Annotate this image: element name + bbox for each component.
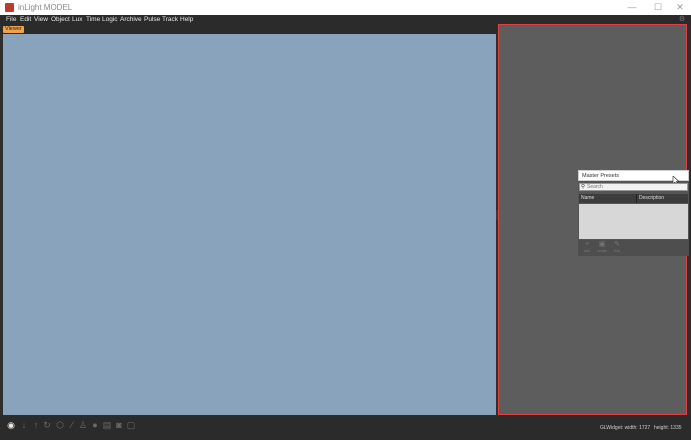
menu-view[interactable]: View: [34, 15, 48, 25]
menu-file[interactable]: File: [6, 15, 16, 25]
search-icon: ⚲: [581, 184, 586, 190]
window-titlebar: inLight MODEL — ☐ ✕: [0, 0, 691, 16]
column-divider[interactable]: [636, 194, 637, 203]
master-presets-panel: Master Presets ⚲ Name Description + Add …: [578, 170, 689, 256]
status-bar: ◉ ↓ ↑ ↻ ⬡ ⁄ ♙ ● ▤ ◙ ▢ GLWidget: width: 1…: [0, 415, 691, 440]
rotate-icon[interactable]: ↻: [42, 420, 52, 430]
add-preset-button[interactable]: + Add: [579, 241, 595, 255]
tab-viewer[interactable]: Viewer: [3, 26, 24, 33]
maximize-button[interactable]: ☐: [648, 1, 668, 14]
edit-label: Edit: [613, 249, 621, 253]
column-header-description[interactable]: Description: [639, 194, 664, 203]
camera-icon[interactable]: ◙: [114, 420, 124, 430]
viewer-viewport[interactable]: [3, 34, 496, 415]
column-header-name[interactable]: Name: [581, 194, 594, 203]
presets-toolbar: + Add ▣ Image ✎ Edit: [578, 240, 689, 256]
window-title: inLight MODEL: [18, 3, 73, 12]
close-button[interactable]: ✕: [670, 1, 690, 14]
presets-search-box: ⚲: [579, 183, 688, 191]
presets-table-header: Name Description: [579, 194, 688, 203]
add-label: Add: [583, 249, 591, 253]
menu-pulse[interactable]: Pulse: [144, 15, 160, 25]
image-preset-button[interactable]: ▣ Image: [594, 241, 610, 255]
edit-icon: ✎: [614, 241, 620, 248]
tab-strip: [0, 25, 497, 34]
minimize-button[interactable]: —: [622, 1, 642, 14]
image-icon: ▣: [598, 241, 606, 248]
master-presets-header[interactable]: Master Presets: [578, 170, 689, 186]
menu-edit[interactable]: Edit: [20, 15, 31, 25]
menu-lux[interactable]: Lux: [72, 15, 82, 25]
app-icon: [5, 3, 14, 12]
menu-archive[interactable]: Archive: [120, 15, 142, 25]
gear-icon[interactable]: ⚙: [678, 16, 686, 24]
settings-icon[interactable]: ▢: [126, 420, 136, 430]
pencil-icon[interactable]: ⁄: [67, 420, 77, 430]
image-label: Image: [597, 249, 607, 253]
glwidget-height-readout: height: 1335: [654, 425, 682, 431]
speech-bubble-icon[interactable]: ●: [90, 420, 100, 430]
arrow-down-icon[interactable]: ↓: [19, 420, 29, 430]
arrow-up-icon[interactable]: ↑: [31, 420, 41, 430]
menu-time[interactable]: Time: [86, 15, 100, 25]
image-stack-icon[interactable]: ▤: [102, 420, 112, 430]
cube-icon[interactable]: ⬡: [55, 420, 65, 430]
presets-search-input[interactable]: [587, 184, 687, 190]
menu-object[interactable]: Object: [51, 15, 70, 25]
glwidget-width-readout: GLWidget: width: 1727: [600, 425, 651, 431]
edit-preset-button[interactable]: ✎ Edit: [609, 241, 625, 255]
menu-logic[interactable]: Logic: [102, 15, 118, 25]
person-icon[interactable]: ♙: [78, 420, 88, 430]
menu-help[interactable]: Help: [180, 15, 193, 25]
master-presets-title: Master Presets: [582, 173, 619, 179]
menu-track[interactable]: Track: [162, 15, 178, 25]
add-icon: +: [584, 241, 590, 248]
broadcast-icon[interactable]: ◉: [6, 420, 16, 430]
presets-table-body[interactable]: [579, 204, 688, 239]
